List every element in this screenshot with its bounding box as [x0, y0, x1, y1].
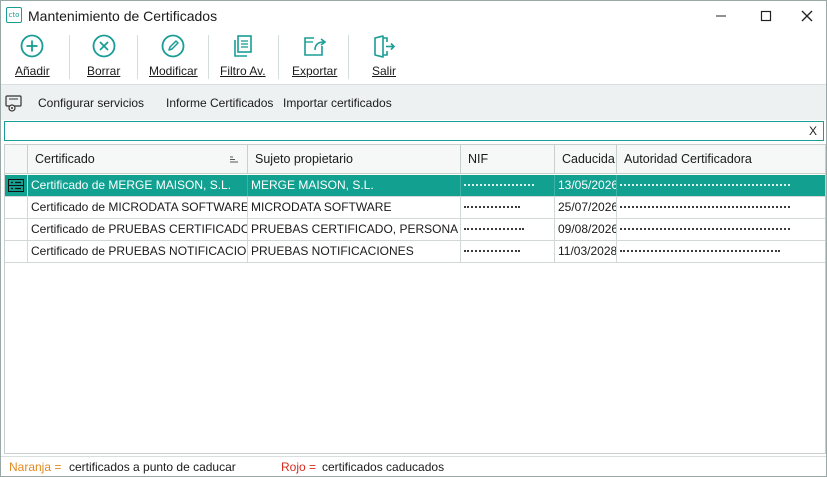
cell-nif [461, 175, 555, 196]
cell-nif [461, 219, 555, 240]
documents-icon [233, 35, 252, 57]
exit-button[interactable]: Salir [371, 33, 397, 81]
redacted-text [464, 219, 524, 240]
close-button[interactable] [787, 1, 827, 31]
maximize-icon [760, 10, 772, 22]
cell-autoridad [617, 197, 825, 218]
cell-caducidad: 11/03/2028 [555, 241, 617, 262]
column-header-label: NIF [468, 152, 489, 166]
configure-services-button[interactable]: Configurar servicios [38, 96, 144, 110]
column-header-label: Autoridad Certificadora [624, 152, 752, 166]
clear-search-button[interactable]: X [809, 124, 817, 138]
certificates-report-button[interactable]: Informe Certificados [166, 96, 273, 110]
edit-button[interactable]: Modificar [149, 33, 198, 81]
cell-autoridad [617, 241, 825, 262]
cell-autoridad [617, 219, 825, 240]
legend-red-text: certificados caducados [322, 460, 445, 474]
pencil-circle-icon [161, 34, 185, 58]
cell-caducidad: 13/05/2026 [555, 175, 617, 196]
column-header-nif[interactable]: NIF [461, 145, 555, 174]
column-header-label: Caducida [562, 152, 615, 166]
cell-autoridad [617, 175, 825, 196]
cell-nif [461, 197, 555, 218]
record-selector-icon [8, 179, 24, 192]
redacted-text [464, 197, 520, 218]
export-icon [303, 37, 327, 56]
legend-red-key: Rojo = [281, 460, 317, 474]
cell-caducidad: 25/07/2026 [555, 197, 617, 218]
add-button[interactable]: Añadir [15, 33, 50, 81]
column-header-sujeto[interactable]: Sujeto propietario [248, 145, 461, 174]
toolbar-divider [348, 35, 349, 79]
redacted-text [464, 175, 534, 196]
settings-card-icon[interactable] [5, 94, 23, 112]
app-icon: cto [6, 7, 22, 23]
export-label: Exportar [292, 64, 338, 78]
legend-orange-key: Naranja = [9, 460, 62, 474]
plus-circle-icon [20, 34, 44, 58]
column-header-label: Certificado [35, 152, 95, 166]
export-button[interactable]: Exportar [292, 33, 337, 81]
title-bar[interactable]: cto Mantenimiento de Certificados [1, 1, 826, 31]
certificates-window: cto Mantenimiento de Certificados Añadir… [0, 0, 827, 477]
toolbar-divider [278, 35, 279, 79]
cell-caducidad: 09/08/2026 [555, 219, 617, 240]
cell-sujeto: MERGE MAISON, S.L. [248, 175, 461, 196]
row-indicator[interactable] [5, 175, 28, 196]
redacted-text [620, 197, 790, 218]
cell-nif [461, 241, 555, 262]
cell-sujeto: MICRODATA SOFTWARE [248, 197, 461, 218]
edit-label: Modificar [149, 64, 198, 78]
row-indicator[interactable] [5, 241, 28, 262]
add-label: Añadir [15, 64, 50, 78]
import-certificates-button[interactable]: Importar certificados [283, 96, 392, 110]
advanced-filter-button[interactable]: Filtro Av. [220, 33, 266, 81]
cell-certificado: Certificado de PRUEBAS NOTIFICACIONE [28, 241, 248, 262]
cell-certificado: Certificado de MICRODATA SOFTWARE [28, 197, 248, 218]
toolbar-divider [137, 35, 138, 79]
table-row[interactable]: Certificado de MERGE MAISON, S.L. MERGE M… [5, 175, 825, 197]
exit-door-icon [374, 35, 396, 58]
redacted-text [620, 219, 790, 240]
cell-certificado: Certificado de MERGE MAISON, S.L. [28, 175, 248, 196]
close-icon [801, 10, 813, 22]
delete-button[interactable]: Borrar [87, 33, 120, 81]
legend-bar: Naranja = certificados a punto de caduca… [1, 456, 826, 476]
column-header-certificado[interactable]: Certificado [28, 145, 248, 174]
x-circle-icon [92, 34, 116, 58]
maximize-button[interactable] [746, 1, 786, 31]
column-header-label: Sujeto propietario [255, 152, 353, 166]
row-indicator[interactable] [5, 219, 28, 240]
cell-sujeto: PRUEBAS CERTIFICADO, PERSONA F [248, 219, 461, 240]
search-input[interactable] [8, 123, 803, 139]
legend-orange-text: certificados a punto de caducar [69, 460, 236, 474]
window-title: Mantenimiento de Certificados [28, 8, 218, 24]
cell-sujeto: PRUEBAS NOTIFICACIONES [248, 241, 461, 262]
toolbar-divider [69, 35, 70, 79]
row-indicator[interactable] [5, 197, 28, 218]
redacted-text [620, 241, 780, 262]
table-row[interactable]: Certificado de PRUEBAS NOTIFICACIONE PRUE… [5, 241, 825, 263]
delete-label: Borrar [87, 64, 121, 78]
minimize-button[interactable] [701, 1, 741, 31]
main-toolbar: Añadir Borrar Modificar Filtro Av. Expor… [1, 31, 826, 83]
toolbar-divider [208, 35, 209, 79]
sort-icon [230, 156, 238, 163]
table-header: Certificado Sujeto propietario NIF Caduc… [5, 145, 825, 174]
cell-certificado: Certificado de PRUEBAS CERTIFICADO, P [28, 219, 248, 240]
column-header-autoridad[interactable]: Autoridad Certificadora [617, 145, 825, 174]
row-indicator-header [5, 145, 28, 174]
exit-label: Salir [371, 64, 396, 78]
redacted-text [464, 241, 520, 262]
certificates-table: Certificado Sujeto propietario NIF Caduc… [4, 144, 826, 454]
table-row[interactable]: Certificado de PRUEBAS CERTIFICADO, P PRU… [5, 219, 825, 241]
search-box: X [4, 121, 824, 141]
column-header-caducidad[interactable]: Caducida [555, 145, 617, 174]
advanced-filter-label: Filtro Av. [220, 64, 266, 78]
secondary-toolbar: Configurar servicios Informe Certificado… [1, 84, 826, 120]
redacted-text [620, 175, 790, 196]
table-row[interactable]: Certificado de MICRODATA SOFTWARE MICRODA… [5, 197, 825, 219]
minimize-icon [716, 15, 726, 17]
